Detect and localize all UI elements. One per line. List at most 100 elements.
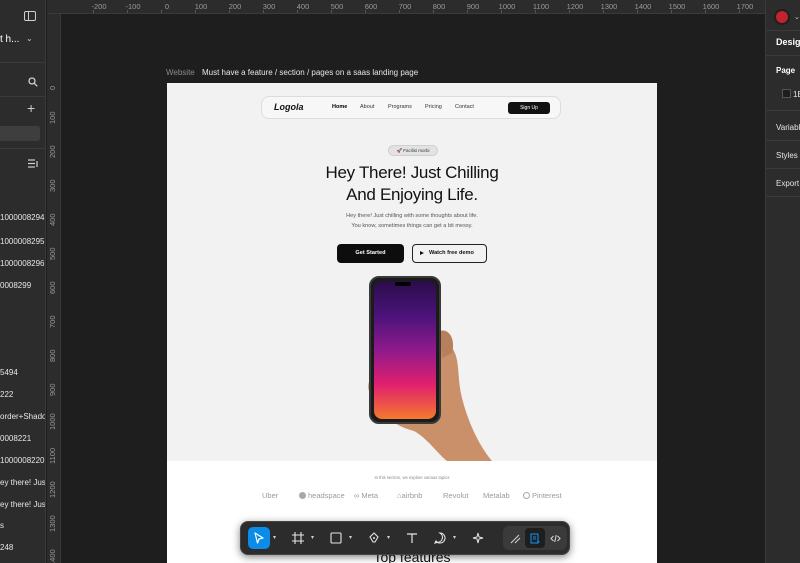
tab-design[interactable]: Design	[776, 37, 800, 47]
ruler-label: 1000	[48, 413, 57, 430]
mode-switcher	[503, 526, 567, 550]
add-page-icon[interactable]: +	[27, 101, 35, 115]
chevron-down-icon[interactable]: ▾	[273, 534, 276, 541]
draw-mode-button[interactable]	[505, 528, 525, 548]
layer-item[interactable]: s	[0, 521, 4, 530]
design-mode-button[interactable]	[525, 528, 545, 548]
chevron-down-icon[interactable]: ▾	[311, 534, 314, 541]
frame-label[interactable]: Website Must have a feature / section / …	[166, 68, 418, 77]
layer-item[interactable]: ey there! Just	[0, 500, 45, 509]
layer-item[interactable]: 1000008294	[0, 213, 45, 222]
divider	[766, 196, 800, 197]
phone-screen	[374, 281, 436, 419]
watch-demo-button[interactable]: Watch free demo	[412, 244, 487, 263]
get-started-button[interactable]: Get Started	[337, 244, 404, 263]
styles-section[interactable]: Styles	[776, 151, 798, 160]
ruler-label: 1200	[48, 481, 57, 498]
horizontal-ruler: -200 -100 0 100 200 300 400 500 600 700 800 900 1000…	[47, 0, 765, 14]
divider	[0, 96, 45, 97]
play-icon	[420, 251, 424, 255]
layer-item[interactable]: ey there! Just	[0, 478, 45, 487]
ruler-tick	[331, 10, 332, 13]
shape-tool-button[interactable]	[325, 527, 347, 549]
brand-logo-airbnb: ⌂airbnb	[397, 491, 422, 500]
page-color-value[interactable]: 1E	[793, 90, 800, 99]
layer-item[interactable]: 0008221	[0, 434, 31, 443]
ruler-label: 800	[48, 349, 57, 362]
file-title[interactable]: t h...	[0, 34, 19, 45]
hero-subtext-line: You know, sometimes things can get a bit…	[351, 223, 473, 229]
layer-item[interactable]: 1000008296	[0, 259, 45, 268]
toggle-sidebar-icon[interactable]	[24, 11, 36, 21]
hero-phone-image	[342, 273, 492, 461]
text-tool-button[interactable]	[401, 527, 423, 549]
layers-list-icon[interactable]	[28, 159, 39, 168]
hero-headline: Hey There! Just Chilling And Enjoying Li…	[247, 162, 577, 206]
ruler-label: 800	[432, 2, 446, 11]
actions-tool-button[interactable]	[467, 527, 489, 549]
layer-item[interactable]: 0008299	[0, 281, 31, 290]
divider	[766, 110, 800, 111]
ruler-label: 300	[262, 2, 276, 11]
brand-logo-headspace-text: headspace	[308, 491, 345, 500]
layer-item[interactable]: order+Shadow	[0, 412, 45, 421]
nav-link-contact[interactable]: Contact	[455, 104, 474, 110]
nav-link-programs[interactable]: Programs	[388, 104, 412, 110]
ruler-label: 100	[48, 111, 57, 124]
chevron-down-icon[interactable]: ▾	[387, 534, 390, 541]
site-logo[interactable]: Logola	[274, 102, 304, 112]
comment-tool-button[interactable]	[429, 527, 451, 549]
draw-icon	[510, 534, 520, 543]
layer-item[interactable]: 1000008295	[0, 237, 45, 246]
ruler-tick	[161, 10, 162, 13]
pen-icon	[369, 532, 379, 543]
ruler-tick	[229, 10, 230, 13]
vertical-ruler: 0 100 200 300 400 500 600 700 800 900 1000 1100 1200…	[47, 14, 61, 563]
layer-item[interactable]: 1000008220	[0, 456, 45, 465]
ruler-tick	[93, 10, 94, 13]
chevron-down-icon[interactable]: ⌄	[794, 13, 800, 21]
bottom-toolbar: ▾ ▾ ▾ ▾ ▾	[240, 521, 570, 555]
brand-logo-pinterest: Pinterest	[523, 491, 562, 500]
ruler-tick	[535, 10, 536, 13]
avatar[interactable]	[774, 9, 790, 25]
hero-subtext-line: Hey there! Just chilling with some thoug…	[346, 213, 478, 219]
chevron-down-icon[interactable]: ▾	[453, 534, 456, 541]
divider	[0, 62, 45, 63]
code-icon	[549, 534, 561, 542]
page-color-swatch[interactable]	[782, 89, 791, 98]
nav-link-about[interactable]: About	[360, 104, 374, 110]
logos-caption: In this section, we explore various topi…	[374, 475, 450, 480]
design-icon	[529, 532, 540, 544]
layer-item[interactable]: 248	[0, 543, 13, 552]
chevron-down-icon[interactable]: ⌄	[26, 34, 33, 43]
nav-link-home[interactable]: Home	[332, 104, 347, 110]
signup-button[interactable]: Sign Up	[508, 102, 550, 114]
ruler-label: 200	[228, 2, 242, 11]
ruler-label: 600	[364, 2, 378, 11]
frame-name: Website	[166, 68, 195, 77]
brand-logo-headspace: headspace	[299, 491, 345, 500]
frame-title: Must have a feature / section / pages on…	[202, 68, 419, 77]
pen-tool-button[interactable]	[363, 527, 385, 549]
website-frame[interactable]: Logola Home About Programs Pricing Conta…	[167, 83, 657, 563]
properties-panel: ⌄ Design Page 1E Variabl Styles Export	[765, 0, 800, 563]
layer-item[interactable]: 222	[0, 390, 13, 399]
editor-window: t h... ⌄ + 1000008294 1000008295 100000829…	[0, 0, 800, 563]
nav-link-pricing[interactable]: Pricing	[425, 104, 442, 110]
ruler-tick	[603, 10, 604, 13]
move-tool-button[interactable]	[248, 527, 270, 549]
ruler-tick	[739, 10, 740, 13]
search-icon[interactable]	[28, 77, 38, 87]
frame-tool-button[interactable]	[287, 527, 309, 549]
layer-item[interactable]: 5494	[0, 368, 18, 377]
variables-section[interactable]: Variabl	[776, 123, 800, 132]
chevron-down-icon[interactable]: ▾	[349, 534, 352, 541]
ruler-label: 700	[398, 2, 412, 11]
watch-demo-label: Watch free demo	[429, 250, 474, 256]
export-section[interactable]: Export	[776, 179, 799, 188]
page-item-selected[interactable]	[0, 126, 40, 141]
dev-mode-button[interactable]	[545, 528, 565, 548]
brand-logo-uber: Uber	[262, 491, 279, 500]
ruler-tick	[671, 10, 672, 13]
